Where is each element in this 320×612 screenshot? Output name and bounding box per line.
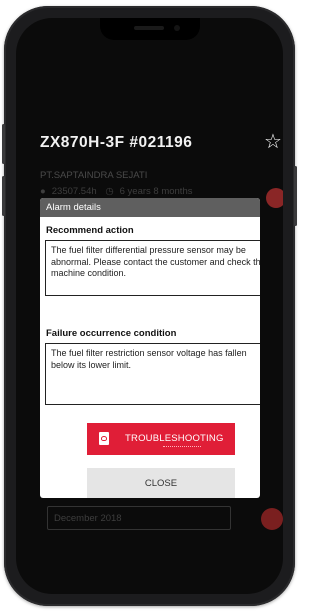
screen: ZX870H-3F #021196 ☆ PT.SAPTAINDRA SEJATI…: [16, 18, 283, 594]
page-title: ZX870H-3F #021196: [40, 134, 193, 151]
troubleshooting-label: TROUBLESHOOTING: [125, 433, 224, 444]
pdf-icon: [99, 432, 109, 445]
speaker: [134, 26, 164, 30]
button-underline: [163, 446, 201, 448]
troubleshooting-button[interactable]: TROUBLESHOOTING: [87, 423, 235, 455]
phone-frame: ZX870H-3F #021196 ☆ PT.SAPTAINDRA SEJATI…: [2, 6, 297, 606]
location-pin-icon[interactable]: [266, 188, 283, 208]
recommend-action-label: Recommend action: [46, 225, 134, 236]
failure-condition-box: The fuel filter restriction sensor volta…: [45, 343, 260, 405]
failure-condition-label: Failure occurrence condition: [46, 328, 177, 339]
operating-hours: 23507.54h: [51, 186, 97, 197]
machine-stats: ● 23507.54h ◷ 6 years 8 months: [40, 186, 198, 197]
clock-icon: ◷: [105, 186, 114, 197]
camera: [174, 25, 180, 31]
recommend-action-box: The fuel filter differential pressure se…: [45, 240, 260, 296]
machine-age: 6 years 8 months: [119, 186, 193, 197]
company-name: PT.SAPTAINDRA SEJATI: [40, 170, 148, 181]
hours-icon: ●: [40, 186, 46, 197]
dialog-header: Alarm details: [40, 198, 260, 217]
close-button[interactable]: CLOSE: [87, 468, 235, 498]
notch: [100, 18, 200, 40]
star-icon[interactable]: ☆: [264, 132, 282, 152]
side-button: [294, 166, 297, 226]
alarm-details-dialog: Alarm details Recommend action The fuel …: [40, 198, 260, 498]
date-field[interactable]: December 2018: [47, 506, 231, 530]
pdf-icon[interactable]: [261, 508, 283, 530]
